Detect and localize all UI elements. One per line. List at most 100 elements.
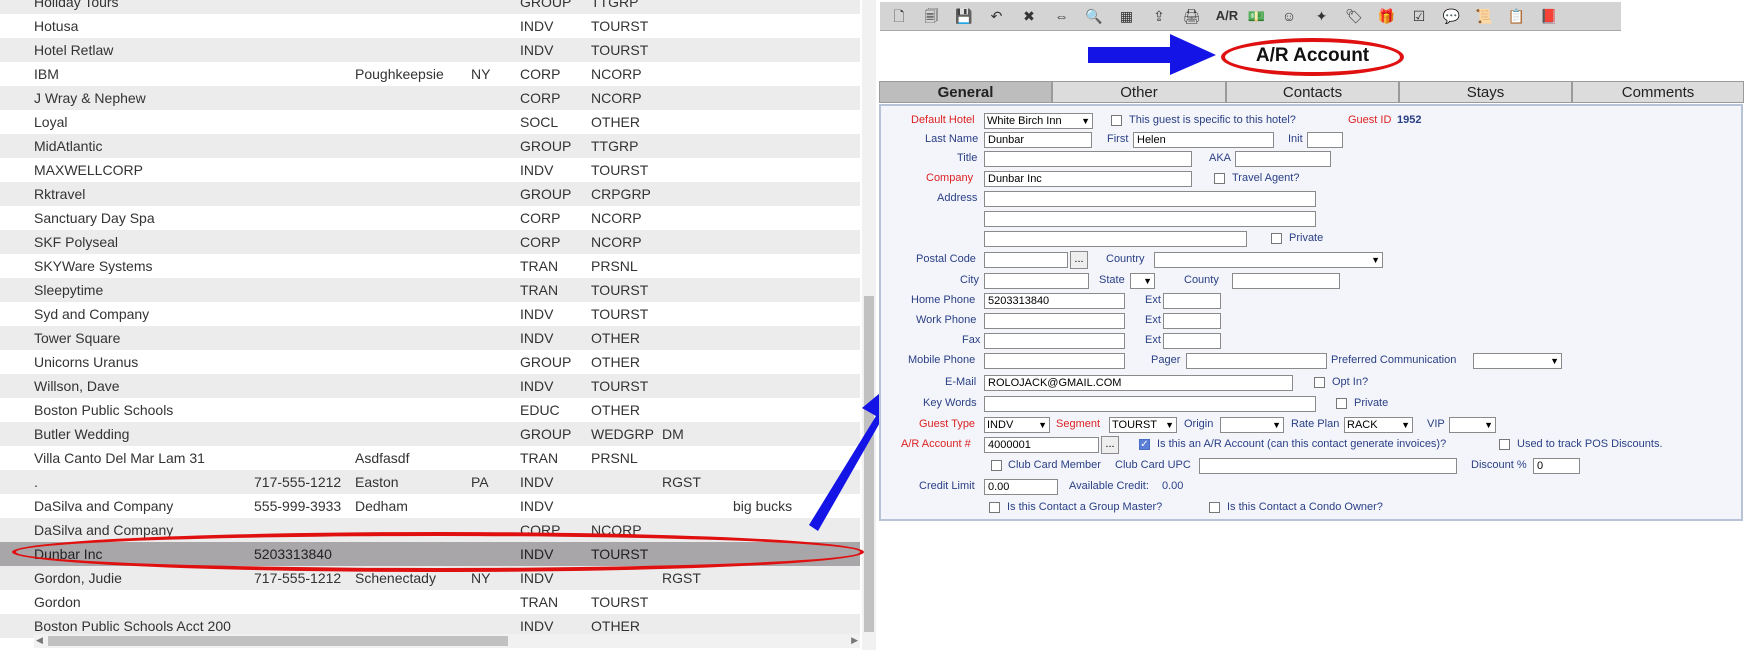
hotel-specific-checkbox[interactable]: [1111, 115, 1122, 126]
table-row[interactable]: Tower Square INDV OTHER: [0, 326, 860, 350]
fax-ext-input[interactable]: [1163, 333, 1221, 349]
tab-stays[interactable]: Stays: [1399, 81, 1572, 103]
table-row[interactable]: Hotel Retlaw INDV TOURST: [0, 38, 860, 62]
work-ext-input[interactable]: [1163, 313, 1221, 329]
magic-wand-icon[interactable]: ✦: [1311, 5, 1333, 27]
ar-account-lookup-button[interactable]: ...: [1101, 436, 1119, 454]
merge-icon[interactable]: ⇔: [1051, 5, 1073, 27]
tab-general[interactable]: General: [879, 81, 1052, 103]
new-doc-icon[interactable]: 🗋: [888, 5, 910, 27]
cards-icon[interactable]: ▦: [1116, 5, 1138, 27]
table-row[interactable]: Sleepytime TRAN TOURST: [0, 278, 860, 302]
address-line2-input[interactable]: [984, 211, 1316, 227]
table-row[interactable]: Sanctuary Day Spa CORP NCORP: [0, 206, 860, 230]
table-row[interactable]: J Wray & Nephew CORP NCORP: [0, 86, 860, 110]
origin-select[interactable]: ▼: [1220, 417, 1284, 433]
table-row[interactable]: . 717-555-1212 Easton PA INDV RGST: [0, 470, 860, 494]
opt-in-checkbox[interactable]: [1314, 377, 1325, 388]
is-ar-account-checkbox[interactable]: ✓: [1139, 439, 1150, 450]
postal-code-input[interactable]: [984, 252, 1068, 268]
search-icon[interactable]: 🔍: [1083, 5, 1105, 27]
checklist-icon[interactable]: ☑: [1408, 5, 1430, 27]
table-row[interactable]: Villa Canto Del Mar Lam 31 Asdfasdf TRAN PR…: [0, 446, 860, 470]
table-row[interactable]: Boston Public Schools EDUC OTHER: [0, 398, 860, 422]
table-row[interactable]: DaSilva and Company 555-999-3933 Dedham IND…: [0, 494, 860, 518]
table-row[interactable]: IBM Poughkeepsie NY CORP NCORP: [0, 62, 860, 86]
address-line3-input[interactable]: [984, 231, 1247, 247]
vip-select[interactable]: ▼: [1449, 417, 1496, 433]
last-name-input[interactable]: Dunbar: [984, 132, 1092, 148]
address-line1-input[interactable]: [984, 191, 1316, 207]
tab-comments[interactable]: Comments: [1572, 81, 1744, 103]
guest-type-select[interactable]: INDV ▼: [984, 417, 1050, 433]
undo-icon[interactable]: ↶: [986, 5, 1008, 27]
keywords-private-checkbox[interactable]: [1336, 398, 1347, 409]
scroll-icon[interactable]: 📜: [1473, 5, 1495, 27]
vertical-scroll-thumb[interactable]: [864, 296, 874, 632]
export-icon[interactable]: ⇪: [1148, 5, 1170, 27]
table-row[interactable]: Butler Wedding GROUP WEDGRP DM: [0, 422, 860, 446]
table-row[interactable]: Holiday Tours GROUP TTGRP: [0, 0, 860, 14]
county-input[interactable]: [1232, 273, 1340, 289]
pos-discount-checkbox[interactable]: [1499, 439, 1510, 450]
chat-icon[interactable]: 💬: [1441, 5, 1463, 27]
copy-doc-icon[interactable]: 🗐: [921, 5, 943, 27]
gift-icon[interactable]: 🎁: [1376, 5, 1398, 27]
table-row[interactable]: Unicorns Uranus GROUP OTHER: [0, 350, 860, 374]
table-row[interactable]: Gordon TRAN TOURST: [0, 590, 860, 614]
init-input[interactable]: [1307, 132, 1343, 148]
home-phone-input[interactable]: 5203313840: [984, 293, 1125, 309]
table-row[interactable]: Willson, Dave INDV TOURST: [0, 374, 860, 398]
state-select[interactable]: ▼: [1130, 273, 1155, 289]
scroll-right-arrow-icon[interactable]: ▶: [851, 635, 858, 646]
table-row[interactable]: Hotusa INDV TOURST: [0, 14, 860, 38]
smiley-icon[interactable]: ☺: [1278, 5, 1300, 27]
work-phone-input[interactable]: [984, 313, 1125, 329]
ar-label[interactable]: A/R: [1213, 5, 1241, 27]
group-master-checkbox[interactable]: [989, 502, 1000, 513]
print-icon[interactable]: 🖨: [1181, 5, 1203, 27]
credit-limit-input[interactable]: 0.00: [984, 479, 1058, 495]
pager-input[interactable]: [1186, 353, 1327, 369]
list-horizontal-scrollbar[interactable]: ◀ ▶: [34, 634, 860, 648]
clipboard-icon[interactable]: 📋: [1506, 5, 1528, 27]
delete-icon[interactable]: ✖: [1018, 5, 1040, 27]
rate-plan-select[interactable]: RACK ▼: [1344, 417, 1413, 433]
book-icon[interactable]: 📕: [1538, 5, 1560, 27]
keywords-input[interactable]: [984, 396, 1316, 412]
company-input[interactable]: Dunbar Inc: [984, 171, 1192, 187]
first-name-input[interactable]: Helen: [1133, 132, 1274, 148]
table-row[interactable]: Rktravel GROUP CRPGRP: [0, 182, 860, 206]
table-row[interactable]: Loyal SOCL OTHER: [0, 110, 860, 134]
country-select[interactable]: ▼: [1154, 252, 1383, 268]
tag-icon[interactable]: 🏷: [1343, 5, 1365, 27]
club-card-upc-input[interactable]: [1199, 458, 1457, 474]
ar-account-input[interactable]: 4000001: [984, 437, 1099, 453]
condo-owner-checkbox[interactable]: [1209, 502, 1220, 513]
scroll-left-arrow-icon[interactable]: ◀: [36, 635, 43, 646]
travel-agent-checkbox[interactable]: [1214, 173, 1225, 184]
list-vertical-scrollbar[interactable]: [862, 0, 876, 650]
club-card-member-checkbox[interactable]: [991, 460, 1002, 471]
home-ext-input[interactable]: [1163, 293, 1221, 309]
table-row[interactable]: SKF Polyseal CORP NCORP: [0, 230, 860, 254]
discount-input[interactable]: 0: [1533, 458, 1580, 474]
aka-input[interactable]: [1235, 151, 1331, 167]
horizontal-scroll-thumb[interactable]: [48, 636, 508, 646]
table-row[interactable]: SKYWare Systems TRAN PRSNL: [0, 254, 860, 278]
money-icon[interactable]: 💵: [1246, 5, 1268, 27]
table-row[interactable]: MAXWELLCORP INDV TOURST: [0, 158, 860, 182]
tab-other[interactable]: Other: [1052, 81, 1226, 103]
title-input[interactable]: [984, 151, 1192, 167]
address-private-checkbox[interactable]: [1271, 233, 1282, 244]
table-row[interactable]: MidAtlantic GROUP TTGRP: [0, 134, 860, 158]
email-input[interactable]: ROLOJACK@GMAIL.COM: [984, 375, 1293, 391]
save-icon[interactable]: 💾: [953, 5, 975, 27]
mobile-phone-input[interactable]: [984, 353, 1125, 369]
fax-input[interactable]: [984, 333, 1125, 349]
pref-comm-select[interactable]: ▼: [1473, 353, 1562, 369]
segment-select[interactable]: TOURST ▼: [1109, 417, 1177, 433]
tab-contacts[interactable]: Contacts: [1226, 81, 1399, 103]
default-hotel-select[interactable]: White Birch Inn ▼: [984, 113, 1093, 129]
table-row[interactable]: Syd and Company INDV TOURST: [0, 302, 860, 326]
